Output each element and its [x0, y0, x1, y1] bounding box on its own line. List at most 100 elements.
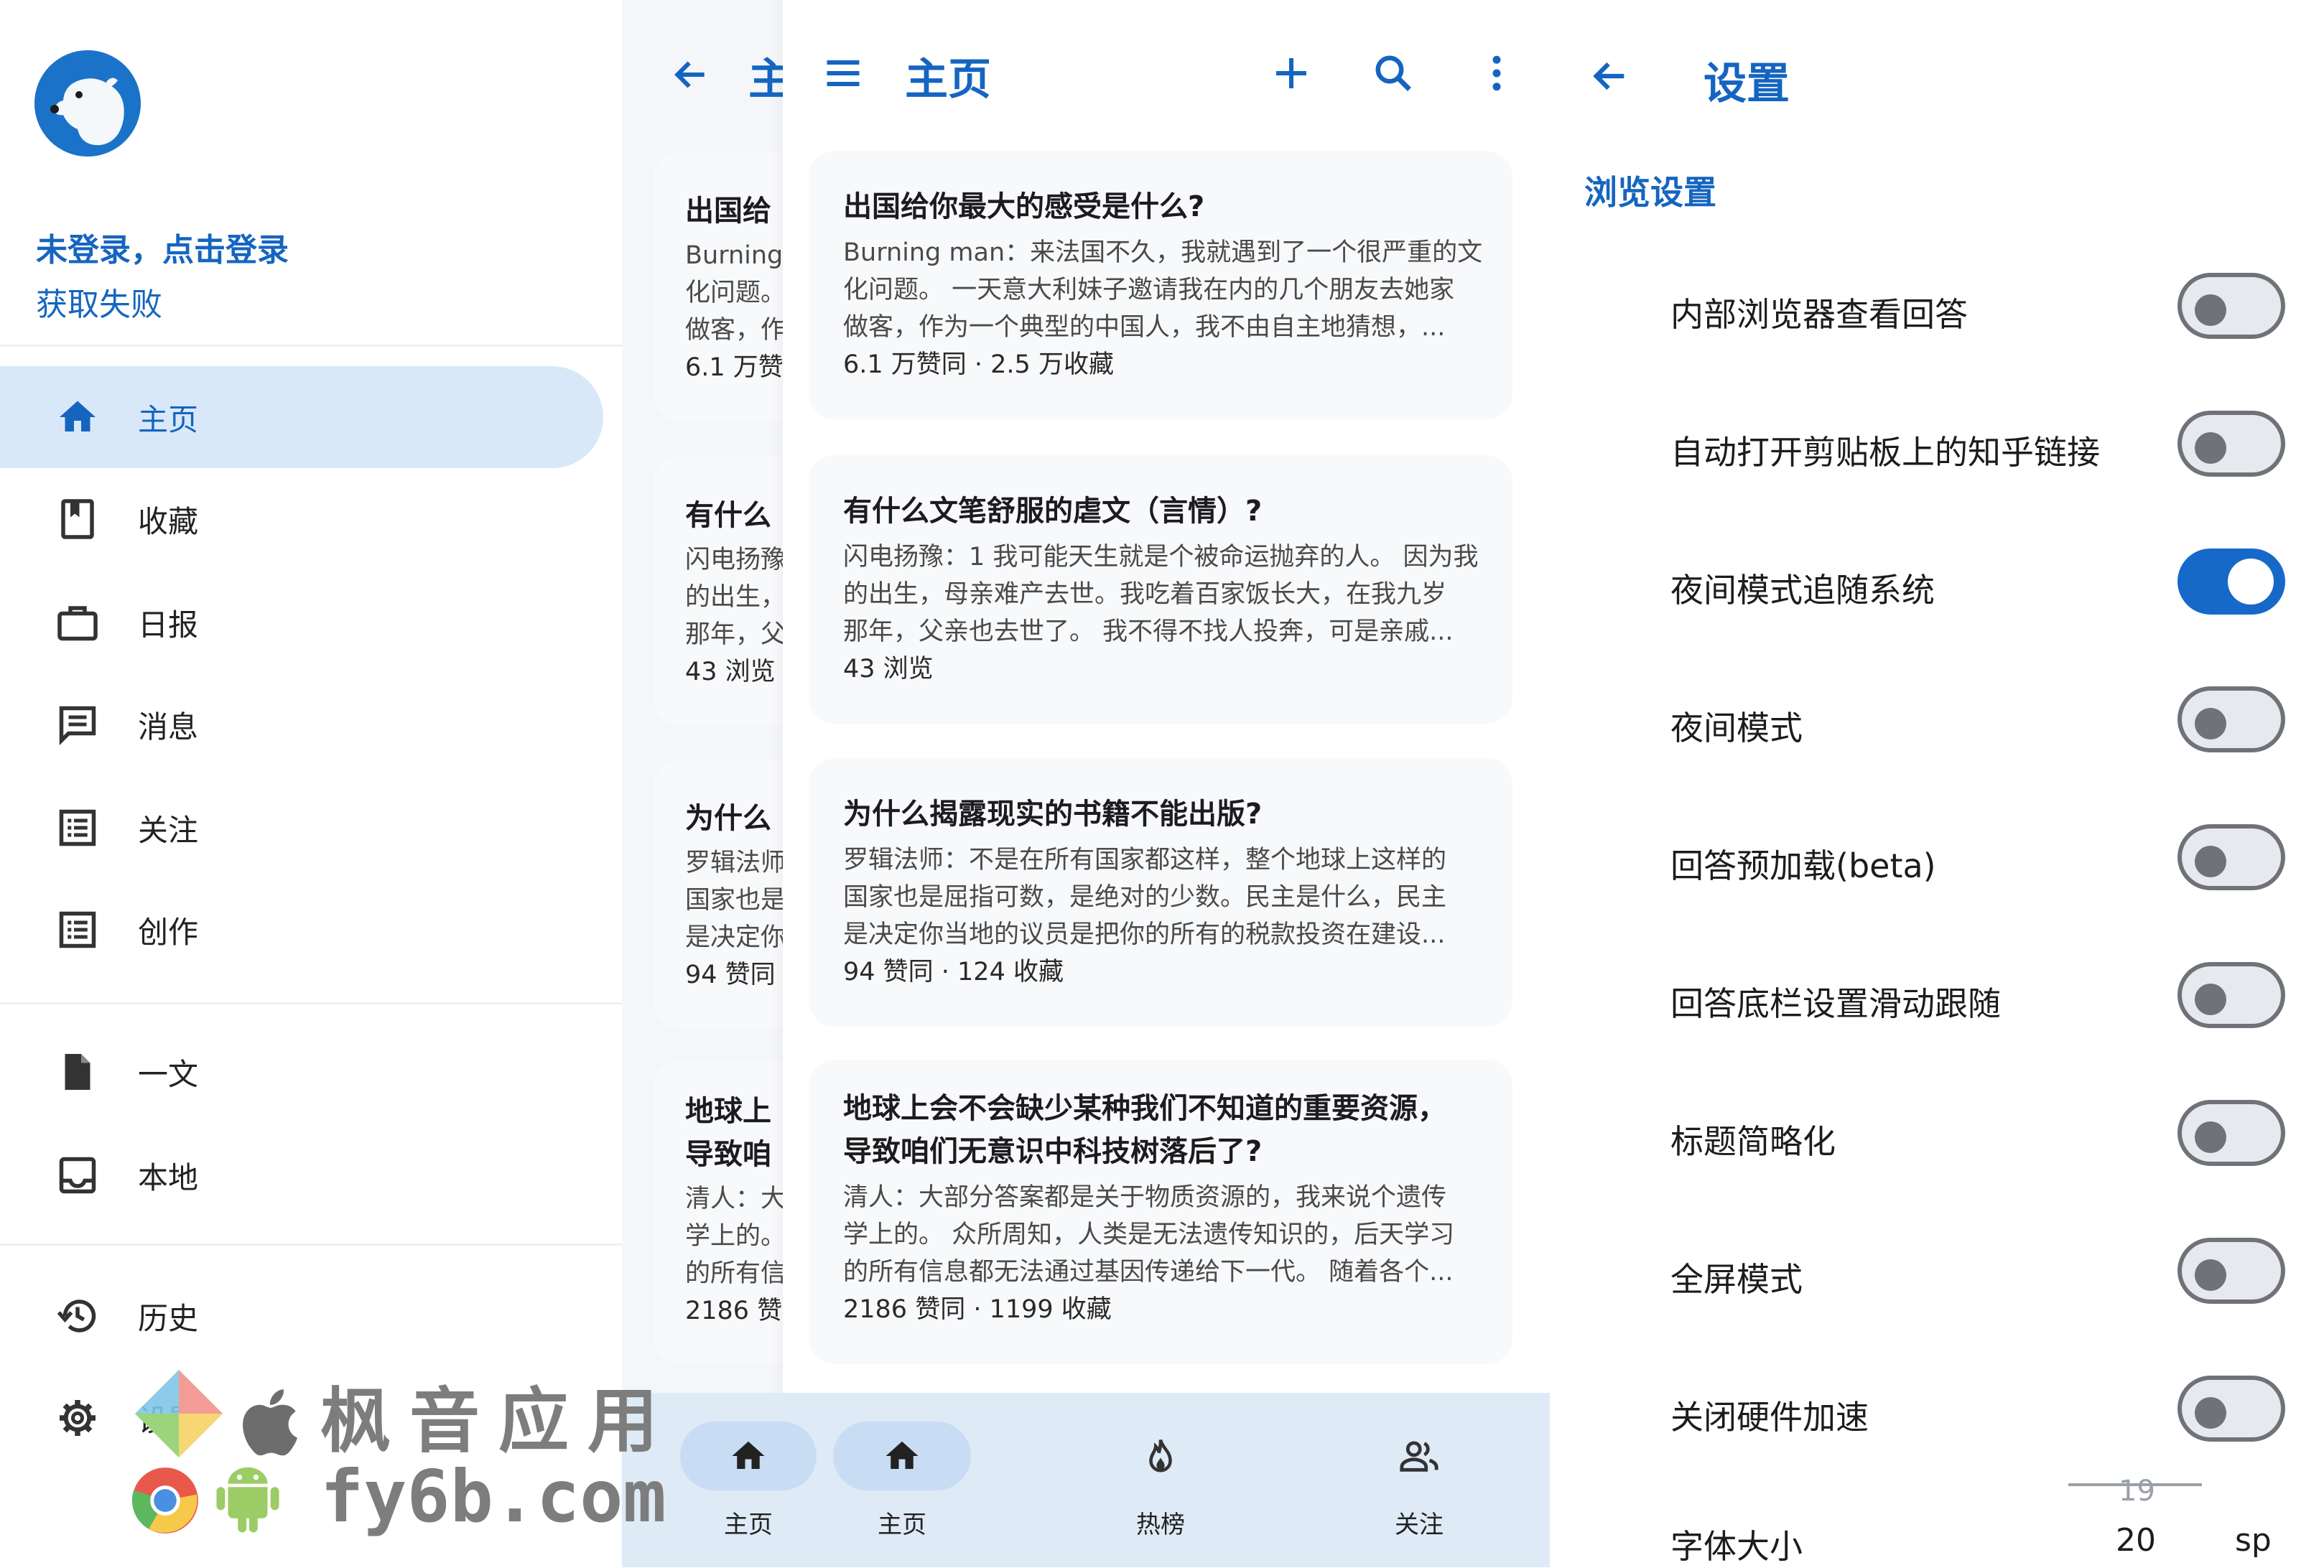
- drawer-item-label: 日报: [138, 607, 199, 643]
- file-icon: [53, 1047, 102, 1096]
- search-icon: [1375, 55, 1411, 91]
- plus-icon: [1276, 58, 1306, 88]
- setting-night-follow-system[interactable]: 夜间模式追随系统: [1550, 531, 2324, 639]
- more-vert-icon: [1492, 55, 1501, 91]
- drawer-item-daily[interactable]: 日报: [0, 571, 603, 673]
- font-size-value[interactable]: 20: [2116, 1522, 2156, 1559]
- section-title: 浏览设置: [1584, 173, 1716, 212]
- inbox-icon: [53, 1151, 102, 1200]
- card-meta: 6.1 万赞: [685, 353, 784, 382]
- card-title: 有什么: [685, 499, 771, 532]
- setting-disable-hw-accel[interactable]: 关闭硬件加速: [1550, 1358, 2324, 1466]
- apple-logo-icon: [234, 1383, 313, 1462]
- toggle-switch[interactable]: [2177, 962, 2285, 1028]
- page-title: 主页: [905, 55, 991, 105]
- add-button[interactable]: [1263, 45, 1320, 102]
- question-card[interactable]: 为什么揭露现实的书籍不能出版? 罗辑法师：不是在所有国家都这样，整个地球上这样的…: [809, 758, 1512, 1027]
- setting-internal-browser[interactable]: 内部浏览器查看回答: [1550, 256, 2324, 363]
- setting-clipboard-link[interactable]: 自动打开剪贴板上的知乎链接: [1550, 393, 2324, 501]
- drawer-item-history[interactable]: 历史: [0, 1265, 603, 1367]
- tab-label: 热榜: [1136, 1511, 1185, 1539]
- avatar[interactable]: [34, 50, 141, 157]
- toggle-switch[interactable]: [2177, 824, 2285, 890]
- login-status: 获取失败: [36, 286, 162, 323]
- toggle-switch[interactable]: [2177, 1100, 2285, 1166]
- drawer-item-create[interactable]: 创作: [0, 879, 603, 981]
- settings-title: 设置: [1704, 59, 1790, 109]
- drawer-item-label: 创作: [138, 914, 199, 950]
- font-size-prev-value[interactable]: 19: [2119, 1475, 2155, 1508]
- drawer-item-article[interactable]: 一文: [0, 1021, 603, 1123]
- login-prompt[interactable]: 未登录，点击登录: [36, 224, 289, 270]
- drawer-item-favorites[interactable]: 收藏: [0, 468, 603, 570]
- card-meta: 94 赞同 · 124 收藏: [843, 958, 1064, 986]
- tab-label: 关注: [1395, 1511, 1444, 1539]
- setting-title-simplify[interactable]: 标题简略化: [1550, 1083, 2324, 1190]
- setting-label: 夜间模式: [1670, 709, 1803, 747]
- settings-screen: [1550, 0, 2324, 1567]
- card-meta: 43 浏览: [843, 655, 934, 683]
- card-excerpt: 闪电扬豫：1 我可能天生就是个被命运抛弃的人。 因为我 的出生，母亲难产去世。我吃…: [843, 543, 1479, 646]
- question-card[interactable]: 有什么文笔舒服的虐文（言情）? 闪电扬豫：1 我可能天生就是个被命运抛弃的人。 …: [809, 455, 1512, 724]
- toggle-switch[interactable]: [2177, 686, 2285, 752]
- drawer-item-local[interactable]: 本地: [0, 1124, 603, 1226]
- toggle-switch[interactable]: [2177, 549, 2285, 615]
- card-excerpt: 罗辑法师：不是在所有国家都这样，整个地球上这样的 国家也是屈指可数，是绝对的少数。…: [843, 846, 1447, 949]
- drawer-item-label: 收藏: [138, 503, 199, 539]
- bottom-tab-home[interactable]: 主页: [830, 1422, 974, 1565]
- card-title: 地球上会不会缺少某种我们不知道的重要资源， 导致咱们无意识中科技树落后了?: [843, 1092, 1446, 1168]
- drawer-item-home[interactable]: 主页: [0, 366, 603, 468]
- tab-label: 主页: [724, 1511, 773, 1539]
- bottom-tab-trending[interactable]: 热榜: [1089, 1422, 1232, 1565]
- divider: [0, 1243, 622, 1246]
- toggle-switch[interactable]: [2177, 273, 2285, 339]
- message-icon: [53, 700, 102, 749]
- setting-label: 内部浏览器查看回答: [1670, 295, 1968, 334]
- card-title: 为什么揭露现实的书籍不能出版?: [843, 798, 1263, 831]
- drawer-item-following[interactable]: 关注: [0, 777, 603, 879]
- card-meta: 43 浏览: [685, 658, 776, 686]
- card-excerpt: 清人：大部分答案都是关于物质资源的，我来说个遗传 学上的。 众所周知，人类是无法遗…: [843, 1183, 1455, 1287]
- people-icon: [1350, 1422, 1488, 1490]
- setting-label: 回答底栏设置滑动跟随: [1670, 984, 2001, 1023]
- toggle-switch[interactable]: [2177, 1376, 2285, 1442]
- card-excerpt: 闪电扬豫 的出生， 那年，父: [685, 546, 786, 649]
- setting-label: 关闭硬件加速: [1670, 1398, 1869, 1437]
- question-card[interactable]: 地球上会不会缺少某种我们不知道的重要资源， 导致咱们无意识中科技树落后了? 清人：…: [809, 1060, 1512, 1364]
- card-excerpt: 清人：大 学上的。 的所有信: [685, 1185, 786, 1288]
- card-title: 出国给: [685, 195, 771, 228]
- chrome-logo-icon: [129, 1465, 201, 1536]
- setting-answer-preload[interactable]: 回答预加载(beta): [1550, 807, 2324, 915]
- back-arrow-icon[interactable]: [1581, 47, 1639, 105]
- card-meta: 2186 赞: [685, 1297, 783, 1325]
- bottom-tab-following[interactable]: 关注: [1347, 1422, 1491, 1565]
- card-excerpt: Burning man：来法国不久，我就遇到了一个很严重的文 化问题。 一天意大利…: [843, 238, 1483, 342]
- toggle-switch[interactable]: [2177, 411, 2285, 477]
- question-card[interactable]: 出国给你最大的感受是什么? Burning man：来法国不久，我就遇到了一个很…: [809, 151, 1512, 419]
- more-options-button[interactable]: [1468, 45, 1525, 102]
- setting-fullscreen[interactable]: 全屏模式: [1550, 1221, 2324, 1328]
- setting-label: 夜间模式追随系统: [1670, 571, 1935, 610]
- setting-bottom-bar-follow[interactable]: 回答底栏设置滑动跟随: [1550, 945, 2324, 1053]
- search-button[interactable]: [1365, 45, 1422, 102]
- font-size-unit: sp: [2235, 1522, 2272, 1559]
- toggle-switch[interactable]: [2177, 1238, 2285, 1304]
- partial-bottom-tab-home[interactable]: 主页: [677, 1422, 820, 1565]
- card-meta: 6.1 万赞同 · 2.5 万收藏: [843, 350, 1114, 379]
- setting-label: 自动打开剪贴板上的知乎链接: [1670, 433, 2100, 472]
- setting-night-mode[interactable]: 夜间模式: [1550, 669, 2324, 777]
- card-title: 地球上 导致咱: [685, 1095, 771, 1171]
- android-logo-icon: [208, 1457, 287, 1536]
- list-icon: [53, 803, 102, 852]
- menu-icon[interactable]: [814, 45, 872, 102]
- setting-label: 回答预加载(beta): [1670, 846, 1936, 885]
- picker-divider: [2068, 1483, 2202, 1486]
- drawer-item-label: 历史: [138, 1300, 199, 1336]
- back-arrow-icon[interactable]: [662, 46, 720, 103]
- briefcase-icon: [53, 598, 102, 647]
- drawer-item-messages[interactable]: 消息: [0, 673, 603, 775]
- bookmark-icon: [53, 495, 102, 543]
- history-icon: [53, 1292, 102, 1340]
- card-excerpt: 罗辑法师 国家也是 是决定你: [685, 849, 786, 952]
- card-excerpt: Burning 化问题。 做客，作: [685, 241, 786, 345]
